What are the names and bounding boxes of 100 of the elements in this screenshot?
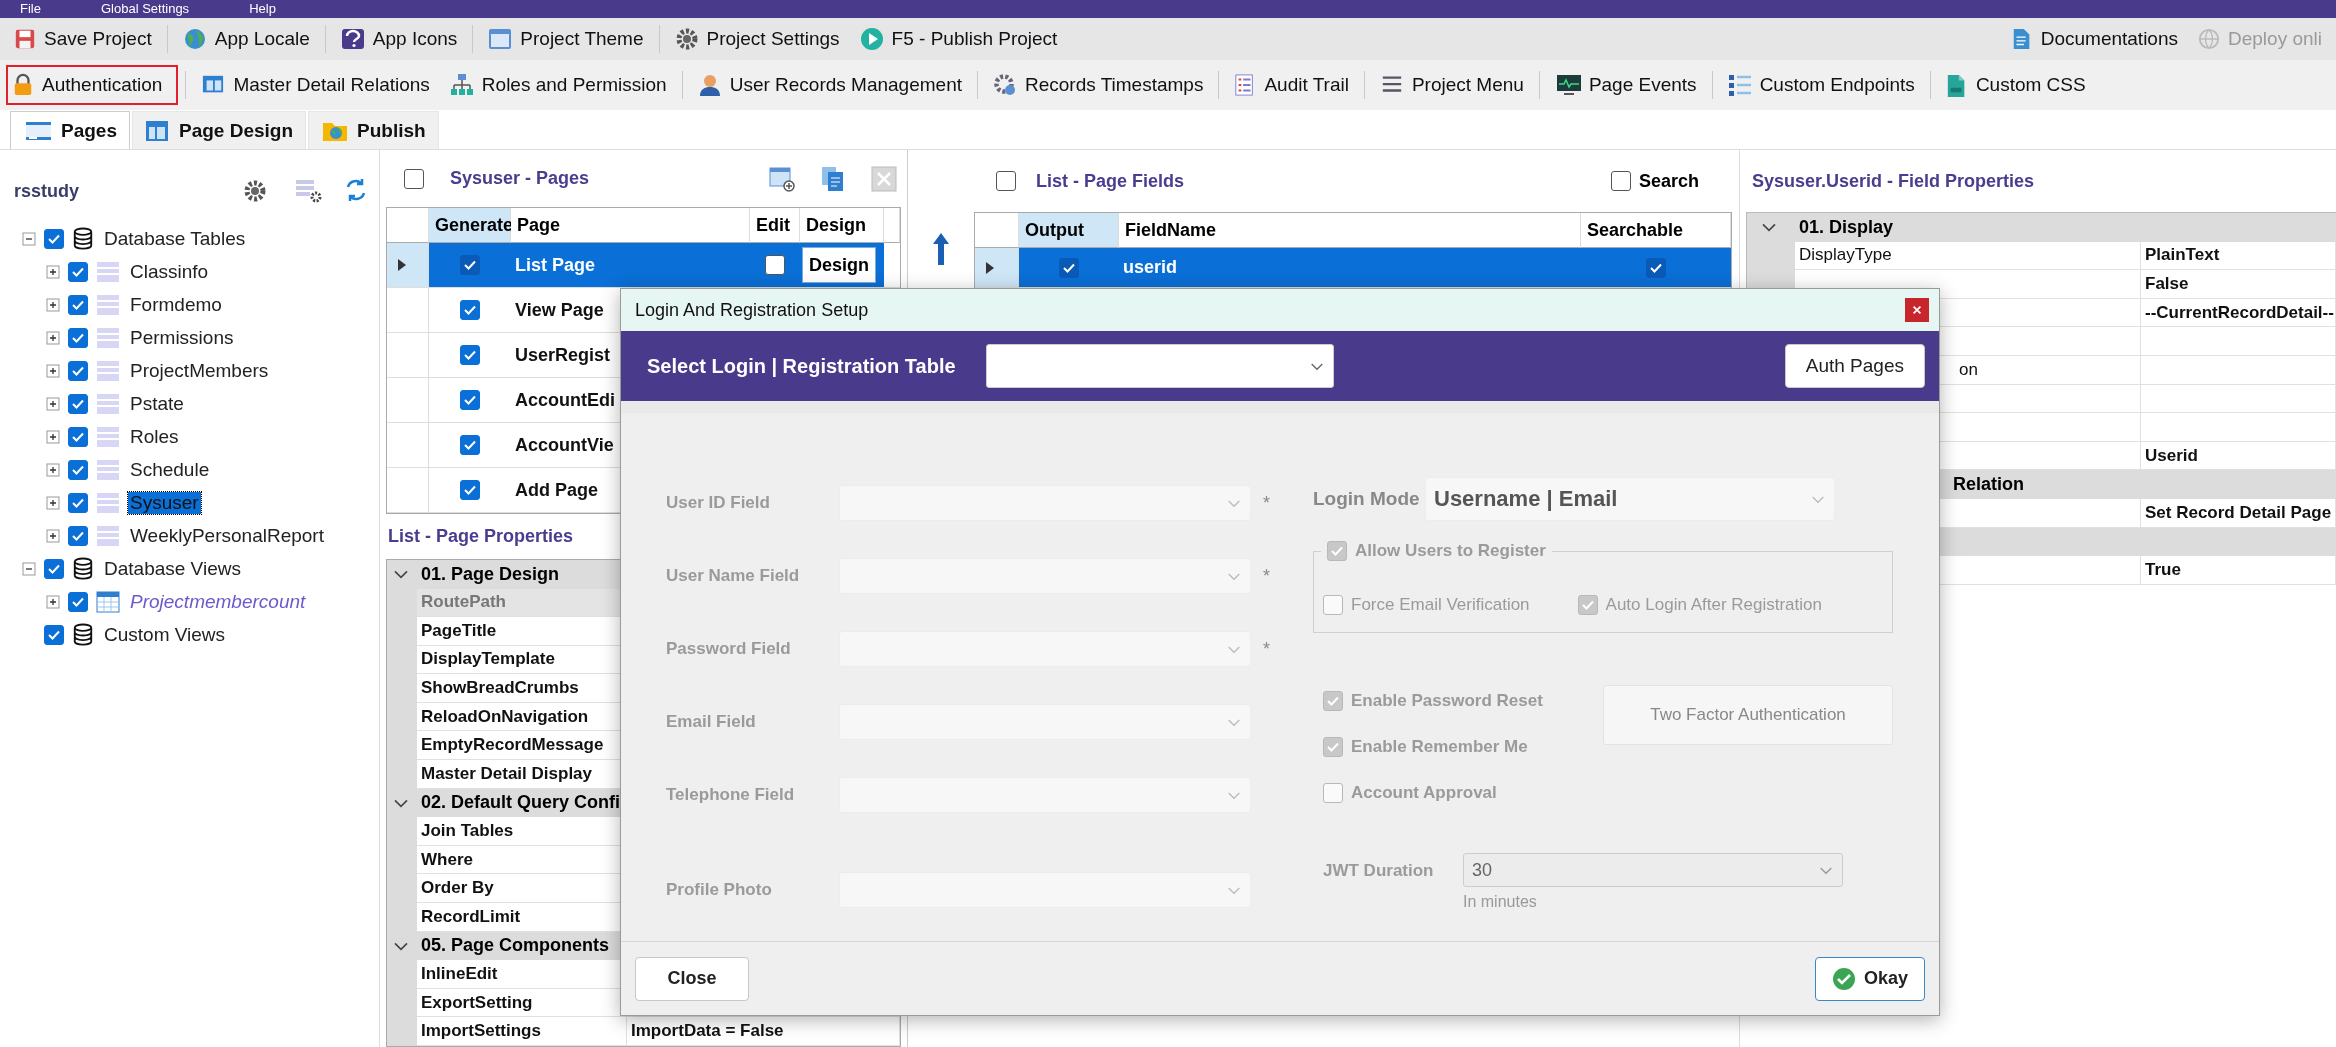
tab[interactable]: Page Design [132,111,307,149]
property-group[interactable]: 05. Page Components [421,935,610,957]
tree-item[interactable]: Custom Views [102,623,228,646]
row-header[interactable] [387,243,429,289]
toolbar-button[interactable]: App Icons [332,19,466,59]
toolbar-button[interactable]: Custom Endpoints [1719,65,1923,105]
toolbar-button[interactable]: Documentations [2002,19,2186,59]
header-cell [975,213,1019,248]
property-group[interactable]: 01. Display [1799,216,1894,238]
checkbox[interactable] [68,393,88,414]
property-group[interactable]: 01. Page Design [421,563,560,585]
globe-icon [2198,28,2220,50]
checkbox[interactable] [1323,737,1343,757]
checkbox[interactable] [460,300,480,321]
close-button[interactable] [1905,298,1929,322]
copy-button[interactable] [821,165,845,192]
toolbar-button[interactable]: Authentication [6,65,179,105]
toolbar-button[interactable]: F5 - Publish Project [851,19,1066,59]
design-button[interactable]: Design [802,247,876,284]
tree-item[interactable]: WeeklyPersonalReport [128,524,326,547]
toolbar-button[interactable]: Audit Trail [1226,65,1357,105]
toolbar-button[interactable]: Project Settings [666,19,848,59]
property-group[interactable]: 02. Default Query Confi [421,792,621,814]
checkbox[interactable] [68,261,88,282]
checkbox[interactable] [68,327,88,348]
tree-item[interactable]: ProjectMembers [128,359,271,382]
checkmark-icon [1580,598,1595,612]
tree-toggle-icon [46,495,60,510]
tree-toggle-icon [46,594,60,609]
checkbox[interactable] [1323,691,1343,711]
auth-pages-button[interactable]: Auth Pages [1784,344,1925,388]
tree-item[interactable]: Permissions [128,326,236,349]
toolbar-button[interactable]: Master Detail Relations [193,66,438,104]
tree-item[interactable]: Roles [128,425,181,448]
toolbar-button[interactable]: App Locale [174,19,318,59]
checkbox[interactable] [460,435,480,456]
row-header[interactable] [975,248,1019,288]
toolbar-button[interactable]: Records Timestamps [985,65,1212,105]
close-button[interactable]: Close [635,956,749,1001]
dropdown-field[interactable]: Username | Email [1425,477,1835,521]
toolbar-button[interactable]: User Records Management [689,65,970,105]
dropdown-field[interactable] [839,631,1251,667]
table-settings-button[interactable] [295,178,323,204]
tree-item[interactable]: Pstate [128,392,186,415]
dropdown-field[interactable] [839,485,1251,521]
checkbox[interactable] [68,492,88,513]
checkbox[interactable] [1323,595,1343,615]
tree-item[interactable]: Projectmembercount [128,590,308,613]
dropdown-field[interactable] [839,704,1251,740]
group-header[interactable]: 01. Display [1747,213,2336,242]
toolbar-button[interactable]: Project Theme [480,19,652,59]
dropdown-field[interactable] [839,872,1251,908]
tree-item[interactable]: Schedule [128,458,212,481]
checkbox[interactable] [68,591,88,612]
tab[interactable]: Pages [10,111,130,149]
checkbox[interactable] [765,255,785,276]
checkbox[interactable] [460,480,480,501]
menu-item[interactable]: Help [249,1,276,17]
tree-item[interactable]: Sysuser [128,491,201,514]
checkbox[interactable] [460,390,480,411]
toolbar-button[interactable]: Roles and Permission [441,65,675,105]
field-label: User Name Field [666,566,801,586]
checkbox[interactable] [460,345,480,366]
dropdown-field[interactable] [839,558,1251,594]
menu-item[interactable]: Global Settings [100,1,190,17]
checkbox[interactable] [460,255,480,276]
add-page-button[interactable] [769,165,795,192]
tree-item[interactable]: Formdemo [128,293,224,316]
checkbox[interactable] [68,459,88,480]
toolbar-button[interactable]: Page Events [1546,65,1705,105]
checkbox[interactable] [68,360,88,381]
checkbox[interactable] [404,168,424,189]
checkbox[interactable] [68,294,88,315]
toolbar-button[interactable]: Save Project [6,20,160,58]
checkbox[interactable] [1577,595,1598,615]
checkbox[interactable] [1610,171,1631,191]
checkbox[interactable] [44,558,64,579]
settings-button[interactable] [243,179,267,203]
checkbox[interactable] [44,228,64,249]
toolbar-button[interactable]: Project Menu [1371,66,1532,104]
checkbox[interactable] [1646,257,1666,278]
okay-button[interactable]: Okay [1815,956,1925,1001]
checkbox[interactable] [68,426,88,447]
tree-item[interactable]: Database Views [102,557,243,580]
dropdown-field[interactable] [839,777,1251,813]
tab[interactable]: Publish [308,111,439,149]
tree-item[interactable]: Database Tables [102,227,248,250]
dropdown-field[interactable]: 30 [1463,853,1843,887]
tree-item[interactable]: Classinfo [128,260,211,283]
checkbox-label: Account Approval [1351,783,1497,803]
checkbox[interactable] [1059,257,1079,278]
checkbox[interactable] [996,171,1016,191]
checkbox[interactable] [1327,541,1347,561]
checkbox[interactable] [1323,783,1343,803]
menu-item[interactable]: File [20,1,41,17]
checkbox[interactable] [44,624,64,645]
checkbox[interactable] [68,525,88,546]
toolbar-button[interactable]: Custom CSS [1937,64,2094,106]
checkmark-icon [1326,740,1340,754]
field-label: Password Field [666,639,792,659]
